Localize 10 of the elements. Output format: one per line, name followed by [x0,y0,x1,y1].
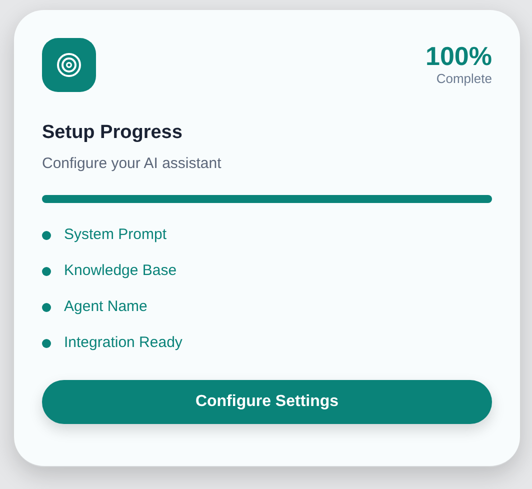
step-label: System Prompt [64,224,167,245]
percent-value: 100% [426,41,492,71]
step-label: Integration Ready [64,332,182,353]
target-icon [42,38,96,92]
configure-settings-button[interactable]: Configure Settings [42,380,492,424]
card-title: Setup Progress [42,121,184,145]
percent-caption: Complete [436,71,492,87]
step-label: Agent Name [64,296,148,317]
step-label: Knowledge Base [64,260,177,281]
card-subtitle: Configure your AI assistant [42,154,222,174]
